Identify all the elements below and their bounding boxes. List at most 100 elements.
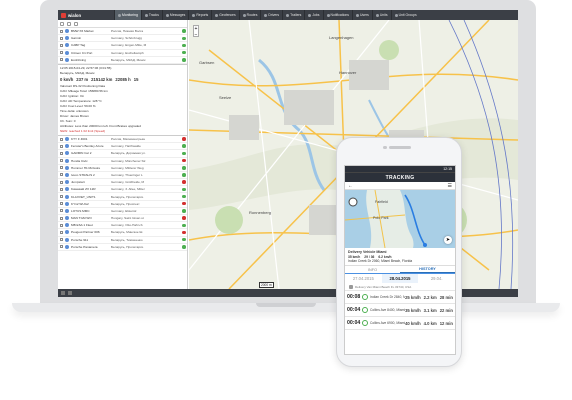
unit-name: EcoDriving bbox=[71, 57, 86, 62]
logo-mark-icon bbox=[61, 12, 66, 18]
phone-unit-info: Delivery Vehicle Miami 35 km/h 29 / 36 6.2… bbox=[345, 248, 455, 266]
unit-checkbox[interactable] bbox=[60, 144, 63, 148]
unit-row[interactable]: MAN TGM WO Hungary, Saint Istvan ut bbox=[58, 215, 187, 223]
unit-list-bottom: KTY F 4601 Россия, Мясникентрьян Fenster's… bbox=[58, 136, 187, 251]
unit-row[interactable]: CABP Tag Germany, Engen-Mitte, M bbox=[58, 42, 187, 50]
unit-row[interactable]: BMW X6 Market Россия, Нижняя Волга bbox=[58, 28, 187, 36]
unit-checkbox[interactable] bbox=[60, 166, 63, 170]
unit-checkbox[interactable] bbox=[60, 159, 63, 163]
nav-label: Monitoring bbox=[122, 13, 138, 17]
unit-row[interactable]: LOTUS MMC Germany, Elsterstr. bbox=[58, 208, 187, 215]
unit-checkbox[interactable] bbox=[60, 216, 63, 220]
date-item[interactable]: 27.04.2015 bbox=[345, 276, 382, 281]
nav-item-routes[interactable]: Routes bbox=[238, 10, 261, 20]
nav-item-geofences[interactable]: Geofences bbox=[211, 10, 238, 20]
unit-checkbox[interactable] bbox=[60, 36, 63, 40]
trip-row[interactable]: 00:04 Collins Ave 6900, Miami Beach FL40 … bbox=[345, 317, 455, 330]
nav-label: Users bbox=[359, 13, 369, 17]
unit-checkbox[interactable] bbox=[60, 151, 63, 155]
unit-icon bbox=[65, 43, 69, 48]
unit-name: MB ESA 1 Fleet bbox=[71, 223, 93, 228]
unit-row[interactable]: Garmin Germany, Schönbrugg bbox=[58, 35, 187, 43]
menu-icon[interactable]: ☰ bbox=[448, 183, 452, 189]
nav-item-units[interactable]: Units bbox=[371, 10, 391, 20]
status-icon bbox=[182, 201, 186, 206]
nav-item-drivers[interactable]: Drivers bbox=[260, 10, 282, 20]
nav-item-unit-groups[interactable]: Unit Groups bbox=[390, 10, 420, 20]
unit-checkbox[interactable] bbox=[60, 58, 63, 62]
trip-icon bbox=[362, 294, 368, 300]
unit-address: Беларусь, Тимошенко bbox=[111, 237, 143, 242]
unit-checkbox[interactable] bbox=[60, 209, 63, 213]
unit-row[interactable]: Kawasaki ZX 12R Germany, 3. Allee, Mittel bbox=[58, 186, 187, 194]
fullscreen-icon[interactable] bbox=[68, 291, 72, 295]
trip-v1: 40 km/h bbox=[405, 320, 421, 326]
date-item[interactable]: 28.04.2015 bbox=[381, 274, 419, 283]
unit-row[interactable]: Citroen C1 Port Germany, Eschelkamph bbox=[58, 50, 187, 57]
unit-checkbox[interactable] bbox=[60, 187, 63, 191]
unit-checkbox[interactable] bbox=[60, 29, 63, 33]
unit-row[interactable]: KLAXVET_UNIT1 Беларусь, Пролетарск. bbox=[58, 193, 187, 201]
unit-name: Garmin bbox=[71, 36, 82, 41]
zoom-control[interactable]: + − bbox=[193, 25, 199, 38]
unit-checkbox[interactable] bbox=[60, 245, 63, 249]
unit-row[interactable]: Jumpstart Germany, Großheide, M bbox=[58, 179, 187, 187]
unit-checkbox[interactable] bbox=[60, 180, 63, 184]
nav-item-users[interactable]: Users bbox=[351, 10, 372, 20]
settings-icon[interactable] bbox=[74, 21, 78, 26]
unit-checkbox[interactable] bbox=[60, 43, 63, 47]
trip-v3: 28 min bbox=[439, 294, 453, 300]
phone-title: TRACKING bbox=[345, 172, 455, 182]
unit-icon bbox=[65, 36, 69, 41]
nav-item-reports[interactable]: Reports bbox=[188, 10, 211, 20]
unit-name: Honda Civic bbox=[71, 158, 88, 163]
stat-value: 22085 h bbox=[115, 77, 131, 83]
checkbox-all-icon[interactable] bbox=[60, 21, 64, 26]
unit-row[interactable]: KY12 WUG2 Беларусь, Проспект bbox=[58, 201, 187, 208]
nav-item-tracks[interactable]: Tracks bbox=[140, 10, 162, 20]
unit-row[interactable]: EcoDriving Беларусь, МКАД, Минск bbox=[58, 57, 187, 64]
nav-item-messages[interactable]: Messages bbox=[161, 10, 188, 20]
unit-checkbox[interactable] bbox=[60, 173, 63, 177]
unit-checkbox[interactable] bbox=[60, 51, 63, 55]
unit-checkbox[interactable] bbox=[60, 137, 63, 141]
tab-info[interactable]: INFO bbox=[345, 266, 400, 273]
date-item[interactable]: 29.04. bbox=[418, 276, 455, 281]
nav-item-notifications[interactable]: Notifications bbox=[322, 10, 352, 20]
map-label: Garbsen bbox=[199, 60, 215, 65]
unit-row[interactable]: KTY F 4601 Россия, Мясникентрьян bbox=[58, 136, 187, 144]
unit-checkbox[interactable] bbox=[60, 238, 63, 242]
back-icon[interactable]: ← bbox=[348, 183, 353, 189]
app-logo[interactable]: wialon bbox=[58, 12, 114, 18]
nav-item-jobs[interactable]: Jobs bbox=[304, 10, 322, 20]
unit-row[interactable]: GARMIN Cel 2 Беларусь, Дорожная ул. bbox=[58, 150, 187, 158]
trip-row[interactable]: 00:04 Collins Ave 8400, Miami Beach FL35 … bbox=[345, 304, 455, 317]
unit-row[interactable]: Iveco STRALIS 2 Germany, Thueringer L bbox=[58, 172, 187, 180]
layers-icon[interactable] bbox=[61, 291, 65, 295]
unit-row[interactable]: Porsche Panamera Беларусь, Пролетарск. bbox=[58, 244, 187, 251]
unit-checkbox[interactable] bbox=[60, 202, 63, 206]
unit-row[interactable]: Hummer H1 McGuire Germany, Mittlerer Weg bbox=[58, 165, 187, 172]
unit-icon bbox=[65, 165, 69, 170]
trip-row[interactable]: 00:08 Indian Creek Dr 2840, Miami Beach25… bbox=[345, 291, 455, 304]
unit-name: Peugeot Partner 006 bbox=[71, 230, 100, 235]
trip-v2: 3.1 km bbox=[423, 307, 437, 313]
unit-checkbox[interactable] bbox=[60, 223, 63, 227]
status-icon bbox=[182, 187, 186, 192]
status-icon bbox=[182, 230, 186, 235]
unit-row[interactable]: MB ESA 1 Fleet Germany, Otto-Hahn-S bbox=[58, 222, 187, 230]
map-label: Seelze bbox=[219, 95, 232, 100]
unit-address: Беларусь, Проспект bbox=[111, 201, 140, 206]
phone-map[interactable]: Fairfield Polo Park ➤ bbox=[345, 190, 455, 248]
locate-icon[interactable]: ➤ bbox=[444, 236, 452, 244]
tab-history[interactable]: HISTORY bbox=[400, 266, 455, 273]
nav-item-trailers[interactable]: Trailers bbox=[282, 10, 304, 20]
unit-checkbox[interactable] bbox=[60, 195, 63, 199]
unit-row[interactable]: Fenster's Bentley Azure Germany, Harthwal… bbox=[58, 143, 187, 151]
unit-row[interactable]: Peugeot Partner 006 Беларусь, Минское Ш. bbox=[58, 229, 187, 237]
unit-row[interactable]: Honda Civic Germany, Münchener Str. bbox=[58, 158, 187, 165]
filter-icon[interactable] bbox=[67, 21, 71, 26]
unit-checkbox[interactable] bbox=[60, 230, 63, 234]
unit-row[interactable]: Porsche 911 Беларусь, Тимошенко bbox=[58, 237, 187, 244]
nav-item-monitoring[interactable]: Monitoring bbox=[114, 10, 141, 20]
